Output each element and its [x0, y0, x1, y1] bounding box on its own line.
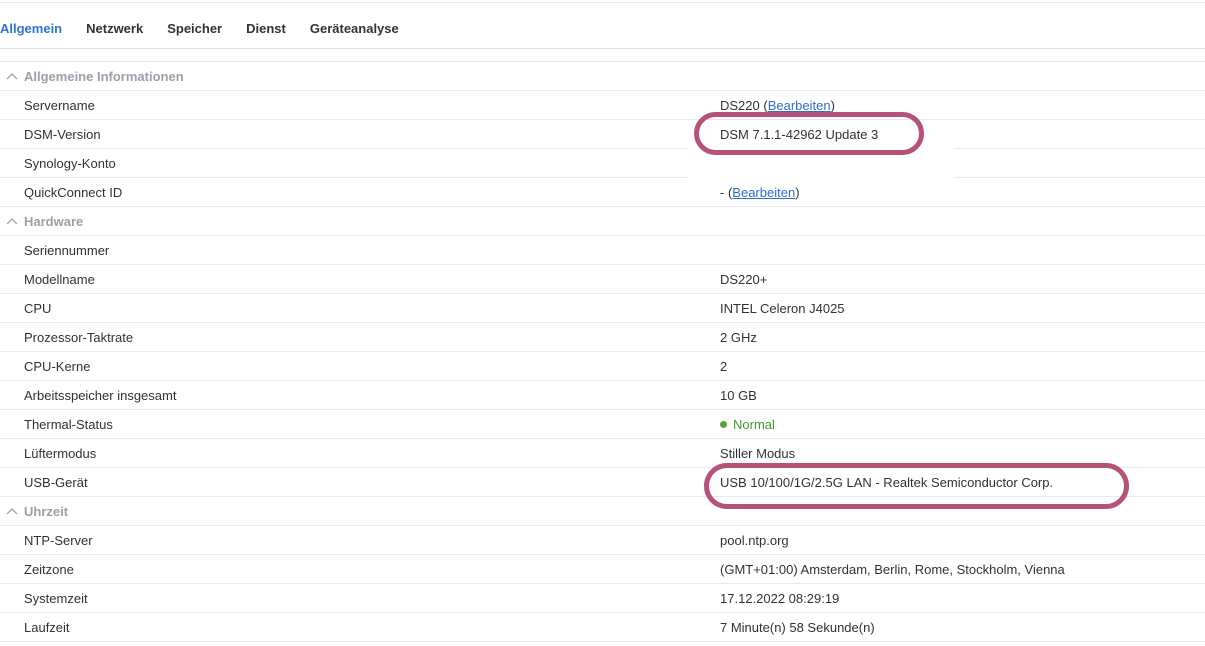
paren-close: ) — [795, 184, 800, 200]
tab-speicher[interactable]: Speicher — [167, 10, 222, 48]
usb-value: USB 10/100/1G/2.5G LAN - Realtek Semicon… — [720, 474, 1054, 490]
info-row-cores: CPU-Kerne 2 — [0, 352, 1205, 381]
section-header-general[interactable]: Allgemeine Informationen — [0, 62, 1205, 91]
clock-value: 2 GHz — [720, 329, 757, 345]
edit-servername-link[interactable]: Bearbeiten — [768, 98, 831, 113]
chevron-up-icon — [0, 62, 24, 90]
row-label: Systemzeit — [24, 590, 88, 606]
info-row-memory: Arbeitsspeicher insgesamt 10 GB — [0, 381, 1205, 410]
info-row-ntp: NTP-Server pool.ntp.org — [0, 526, 1205, 555]
redaction-block — [718, 237, 832, 263]
top-divider — [0, 2, 1205, 3]
info-row-systime: Systemzeit 17.12.2022 08:29:19 — [0, 584, 1205, 613]
tab-allgemein[interactable]: Allgemein — [0, 10, 62, 48]
uptime-value: 7 Minute(n) 58 Sekunde(n) — [720, 619, 875, 635]
section-header-time[interactable]: Uhrzeit — [0, 497, 1205, 526]
row-label: Lüftermodus — [24, 445, 97, 461]
row-label: Modellname — [24, 271, 95, 287]
info-list: Allgemeine Informationen Servername DS22… — [0, 61, 1205, 642]
chevron-up-icon — [0, 497, 24, 525]
timezone-value: (GMT+01:00) Amsterdam, Berlin, Rome, Sto… — [720, 561, 1065, 577]
tab-bar: Allgemein Netzwerk Speicher Dienst Gerät… — [0, 10, 1205, 49]
cores-value: 2 — [720, 358, 728, 374]
thermal-status: Normal — [720, 417, 775, 432]
row-label: QuickConnect ID — [24, 184, 123, 200]
section-title: Hardware — [24, 213, 84, 229]
info-row-servername: Servername DS220 (Bearbeiten) — [0, 91, 1205, 120]
tab-netzwerk[interactable]: Netzwerk — [86, 10, 143, 48]
section-title: Uhrzeit — [24, 503, 69, 519]
thermal-value: Normal — [733, 416, 775, 432]
row-label: CPU-Kerne — [24, 358, 91, 374]
info-row-timezone: Zeitzone (GMT+01:00) Amsterdam, Berlin, … — [0, 555, 1205, 584]
info-row-uptime: Laufzeit 7 Minute(n) 58 Sekunde(n) — [0, 613, 1205, 642]
fan-value: Stiller Modus — [720, 445, 796, 461]
redaction-block — [688, 148, 954, 178]
row-label: Thermal-Status — [24, 416, 113, 432]
info-row-dsm-version: DSM-Version DSM 7.1.1-42962 Update 3 — [0, 120, 1205, 149]
server-name-value: DS220 — [720, 97, 760, 113]
systime-value: 17.12.2022 08:29:19 — [720, 590, 840, 606]
model-value: DS220+ — [720, 271, 768, 287]
cpu-value: INTEL Celeron J4025 — [720, 300, 845, 316]
row-label: NTP-Server — [24, 532, 93, 548]
section-title: Allgemeine Informationen — [24, 68, 184, 84]
row-label: Servername — [24, 97, 95, 113]
row-label: Seriennummer — [24, 242, 110, 258]
row-label: Arbeitsspeicher insgesamt — [24, 387, 177, 403]
paren-open: ( — [759, 97, 768, 113]
paren-close: ) — [830, 97, 835, 113]
tab-geraeteanalyse[interactable]: Geräteanalyse — [310, 10, 399, 48]
row-label: Synology-Konto — [24, 155, 116, 171]
row-label: DSM-Version — [24, 126, 101, 142]
chevron-up-icon — [0, 207, 24, 235]
info-row-clock: Prozessor-Taktrate 2 GHz — [0, 323, 1205, 352]
row-label: Zeitzone — [24, 561, 74, 577]
info-row-cpu: CPU INTEL Celeron J4025 — [0, 294, 1205, 323]
tab-dienst[interactable]: Dienst — [246, 10, 286, 48]
memory-value: 10 GB — [720, 387, 757, 403]
info-row-thermal: Thermal-Status Normal — [0, 410, 1205, 439]
edit-quickconnect-link[interactable]: Bearbeiten — [732, 185, 795, 200]
row-value: DS220 (Bearbeiten) — [720, 98, 835, 113]
info-row-usb: USB-Gerät USB 10/100/1G/2.5G LAN - Realt… — [0, 468, 1205, 497]
info-row-quickconnect: QuickConnect ID - (Bearbeiten) — [0, 178, 1205, 207]
row-label: Prozessor-Taktrate — [24, 329, 134, 345]
row-label: USB-Gerät — [24, 474, 88, 490]
section-header-hardware[interactable]: Hardware — [0, 207, 1205, 236]
ntp-value: pool.ntp.org — [720, 532, 789, 548]
info-row-serial: Seriennummer — [0, 236, 1205, 265]
info-row-synology-account: Synology-Konto — [0, 149, 1205, 178]
status-dot-icon — [720, 420, 727, 428]
dsm-version-value: DSM 7.1.1-42962 Update 3 — [720, 126, 879, 142]
row-value: - (Bearbeiten) — [720, 185, 800, 200]
row-label: Laufzeit — [24, 619, 70, 635]
info-row-model: Modellname DS220+ — [0, 265, 1205, 294]
row-label: CPU — [24, 300, 52, 316]
info-row-fan: Lüftermodus Stiller Modus — [0, 439, 1205, 468]
